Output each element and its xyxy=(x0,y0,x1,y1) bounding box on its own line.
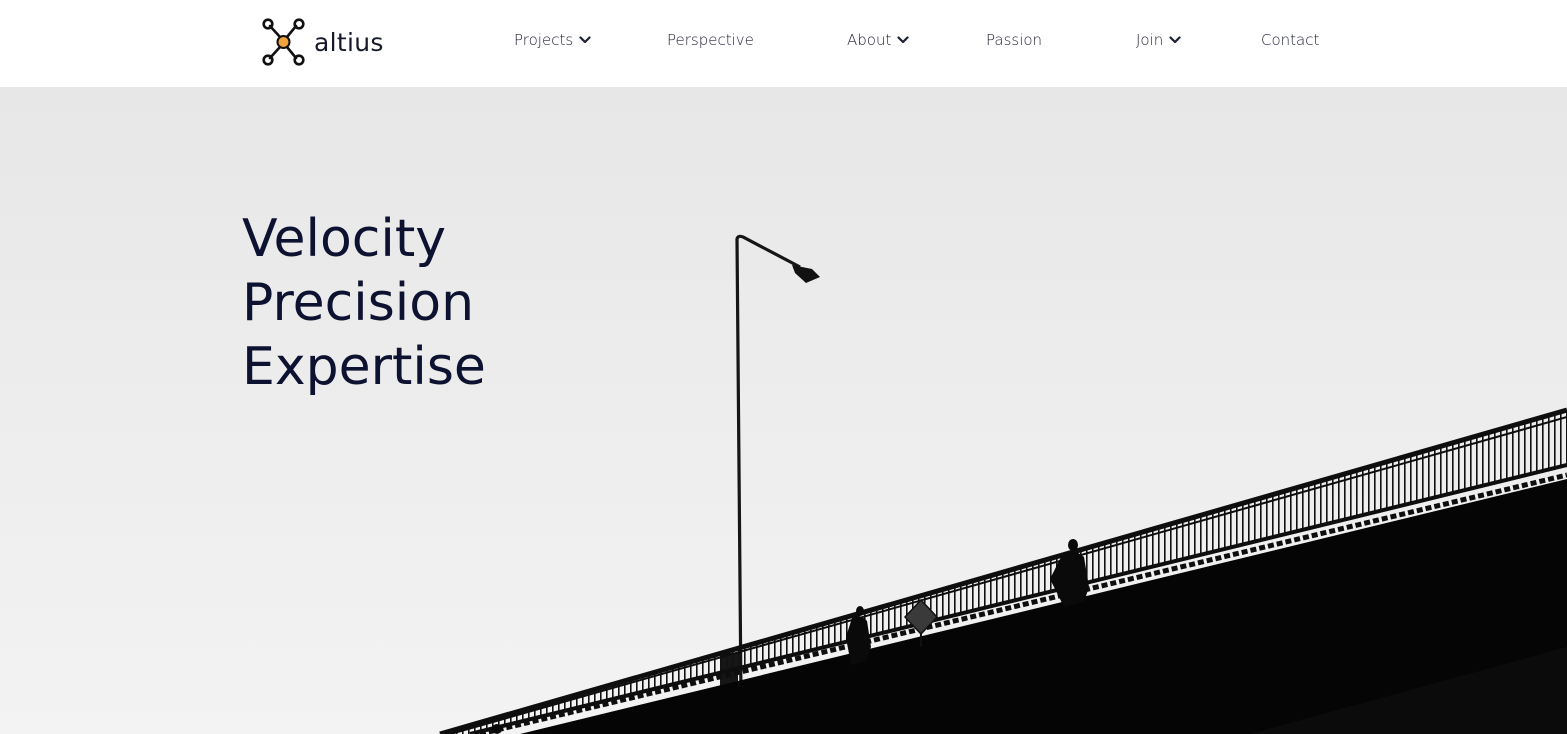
nav-item-label: About xyxy=(847,31,892,49)
nav-item-join[interactable]: Join xyxy=(1136,31,1181,49)
headline-line-velocity: Velocity xyxy=(242,209,446,269)
nav-item-label: Passion xyxy=(986,31,1043,49)
hero-headline: Velocity Precision Expertise xyxy=(242,207,486,399)
nav-item-perspective[interactable]: Perspective xyxy=(667,31,754,49)
nav-item-contact[interactable]: Contact xyxy=(1261,31,1319,49)
site-header: altius Projects Perspective About Passio… xyxy=(0,0,1567,87)
nav-item-label: Join xyxy=(1136,31,1164,49)
nav-item-label: Perspective xyxy=(667,31,754,49)
chevron-down-icon xyxy=(579,36,591,44)
nav-item-label: Projects xyxy=(514,31,574,49)
nav-item-passion[interactable]: Passion xyxy=(986,31,1042,49)
chevron-down-icon xyxy=(897,36,909,44)
bridge-photo xyxy=(0,87,1567,734)
nav-item-about[interactable]: About xyxy=(847,31,909,49)
headline-line-precision: Precision xyxy=(242,273,475,333)
main-nav: Projects Perspective About Passion Join … xyxy=(0,0,1567,87)
nav-item-projects[interactable]: Projects xyxy=(514,31,591,49)
headline-line-expertise: Expertise xyxy=(242,337,486,397)
chevron-down-icon xyxy=(1169,36,1181,44)
hero-section: Velocity Precision Expertise xyxy=(0,87,1567,734)
nav-item-label: Contact xyxy=(1261,31,1320,49)
